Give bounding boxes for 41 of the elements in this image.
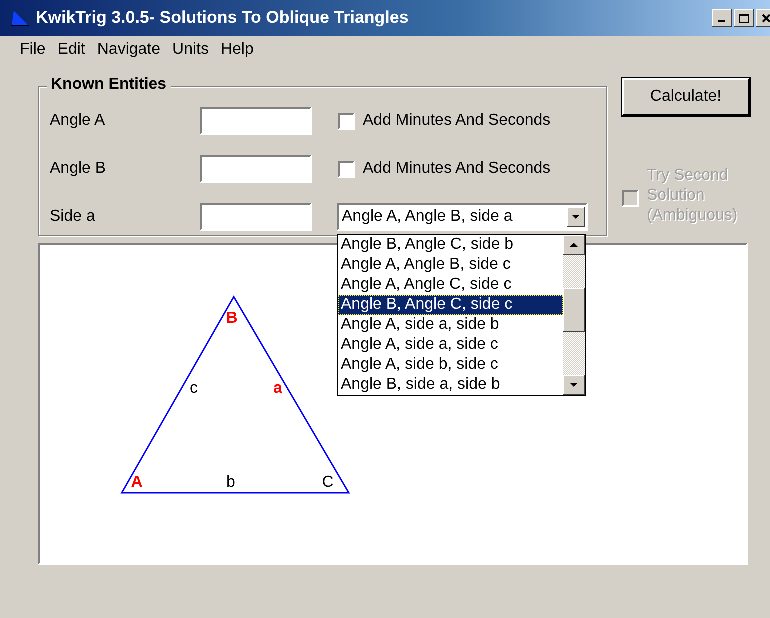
maximize-icon (739, 14, 749, 22)
triangle-icon (10, 9, 30, 27)
list-item[interactable]: Angle B, side a, side b (338, 375, 563, 395)
side-label: c (190, 380, 198, 397)
menu-item[interactable]: Navigate (91, 41, 167, 59)
list-item[interactable]: Angle A, side a, side b (338, 315, 563, 335)
checkbox-label: Add Minutes And Seconds (363, 112, 551, 130)
scrollbar[interactable] (563, 235, 585, 395)
field-label: Side a (50, 208, 96, 226)
list-item[interactable]: Angle A, side b, side c (338, 355, 563, 375)
list-item[interactable]: Angle A, Angle C, side c (338, 275, 563, 295)
calculate-button[interactable]: Calculate! (622, 78, 750, 116)
input-field[interactable] (200, 107, 312, 135)
close-button[interactable] (756, 9, 770, 27)
menu-item[interactable]: Units (166, 41, 215, 59)
minimize-button[interactable] (712, 9, 732, 27)
checkbox-label: Add Minutes And Seconds (363, 160, 551, 178)
window-title: KwikTrig 3.0.5- Solutions To Oblique Triangles (36, 8, 410, 28)
dropdown[interactable]: Angle A, Angle B, side a (337, 203, 588, 231)
side-label: a (274, 380, 282, 397)
checkbox[interactable] (338, 112, 355, 130)
input-field[interactable] (200, 155, 312, 183)
menu-item[interactable]: Edit (52, 41, 92, 59)
vertex-label: C (322, 474, 334, 491)
menu-item[interactable]: File (14, 41, 52, 59)
menu-item[interactable]: Help (214, 41, 260, 59)
scroll-down-icon[interactable] (570, 382, 578, 388)
input-field[interactable] (200, 203, 312, 231)
field-label: Angle A (50, 112, 106, 130)
maximize-button[interactable] (734, 9, 754, 27)
field-label: Angle B (50, 160, 108, 178)
vertex-label: A (131, 474, 143, 491)
list-item[interactable]: Angle A, side a, side c (338, 335, 563, 355)
side-label: b (226, 474, 236, 491)
checkbox[interactable] (338, 160, 355, 178)
list-item[interactable]: Angle B, Angle C, side c (338, 295, 563, 315)
close-icon (762, 14, 770, 22)
vertex-label: B (226, 310, 238, 327)
scroll-up-icon[interactable] (570, 242, 578, 248)
list-item[interactable]: Angle B, Angle C, side b (338, 235, 563, 255)
list-item[interactable]: Angle A, Angle B, side c (338, 255, 563, 275)
